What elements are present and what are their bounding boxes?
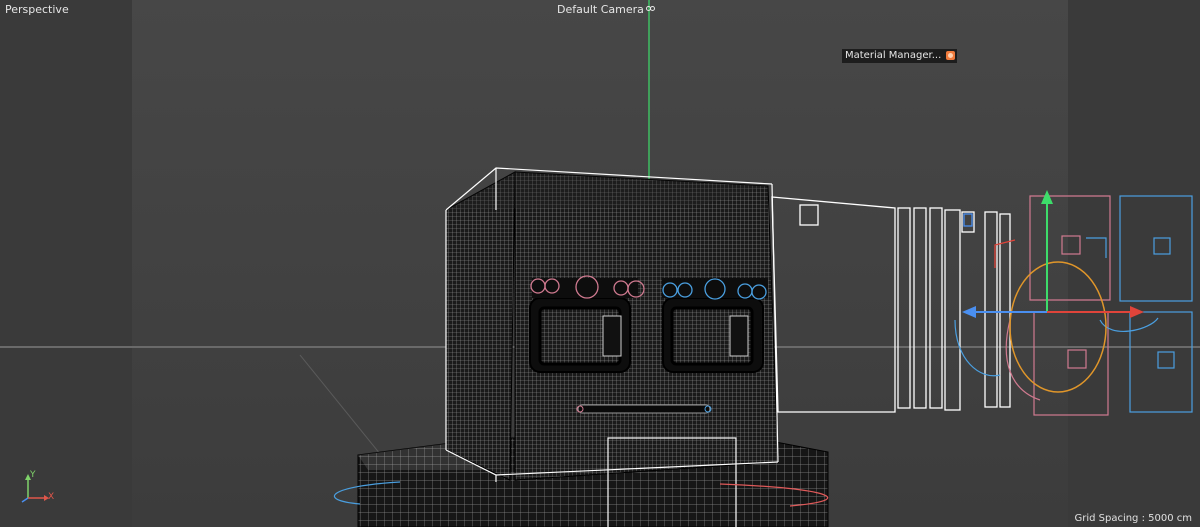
grid-spacing-readout: Grid Spacing : 5000 cm [1074,513,1192,524]
camera-menu[interactable]: Default Camera [557,3,655,16]
safe-frame-left [0,0,132,527]
world-axis-indicator: Y X [18,470,68,510]
viewport-scene[interactable] [0,0,1200,527]
safe-frame-right [1068,0,1200,527]
mouth[interactable] [576,404,712,414]
3d-viewport[interactable]: Perspective Default Camera Material Mana… [0,0,1200,527]
camera-name: Default Camera [557,3,644,16]
material-manager-label: Material Manager... [845,50,942,61]
axis-y-letter: Y [30,470,36,480]
axis-indicator-graphic [21,474,49,503]
view-name-label[interactable]: Perspective [5,3,69,16]
axis-x-letter: X [48,492,55,502]
material-icon [946,51,956,60]
material-manager-tag[interactable]: Material Manager... [842,49,958,63]
camera-icon [645,6,655,12]
left-eye[interactable] [529,278,638,373]
